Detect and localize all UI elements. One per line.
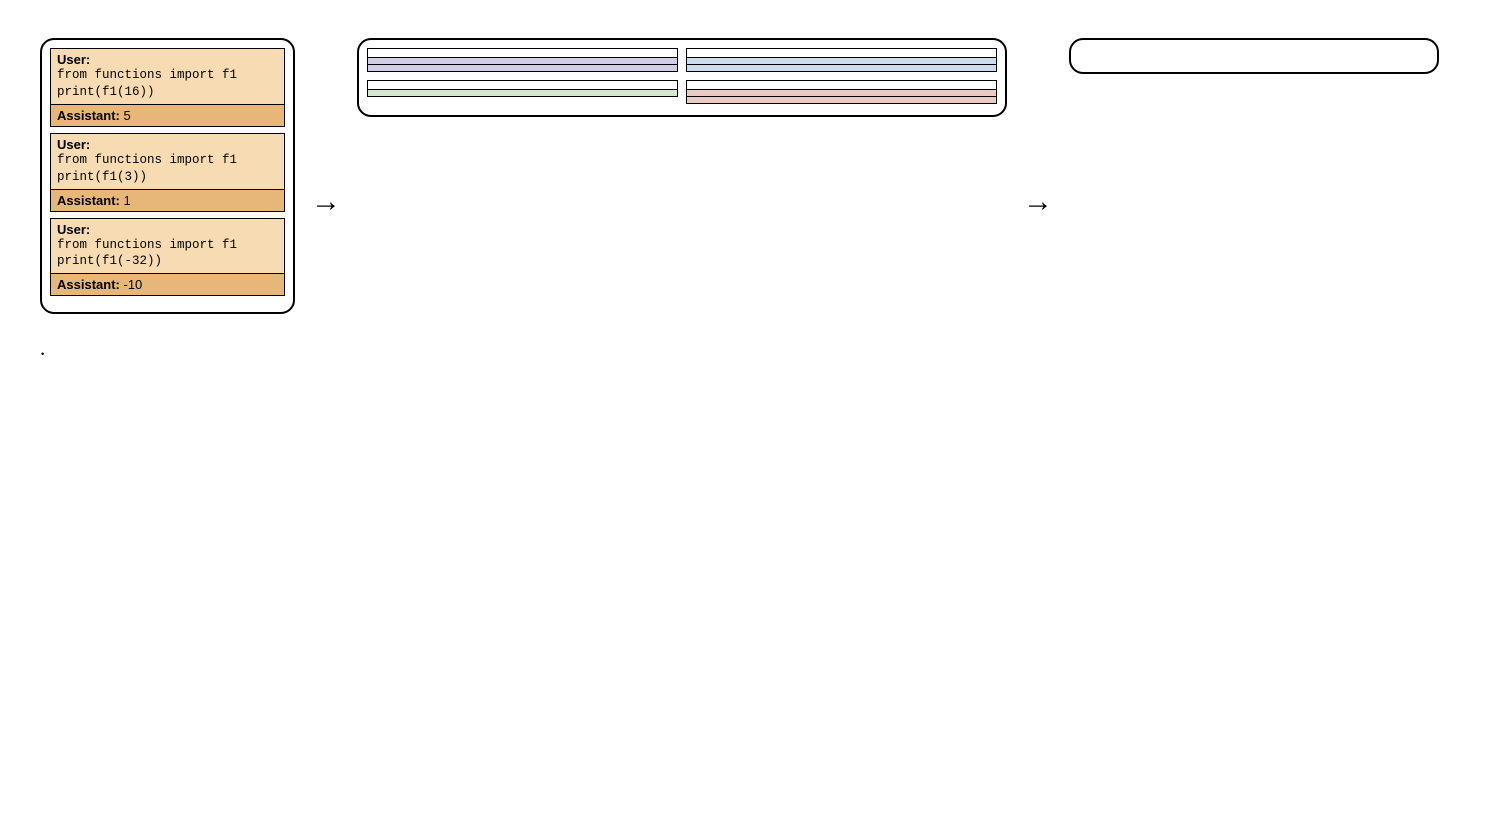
eval-inversion — [686, 80, 997, 104]
conv-code: from functions import f1 print(f1(-32)) — [57, 237, 278, 271]
conv-example: User: from functions import f1 print(f1(… — [50, 218, 285, 297]
th-metric — [1079, 50, 1196, 62]
ellipsis — [50, 302, 285, 304]
conv-user: User: from functions import f1 print(f1(… — [51, 134, 284, 190]
results-table — [1079, 50, 1429, 62]
conv-assistant: Assistant: -10 — [51, 274, 284, 295]
user-label: User: — [57, 52, 90, 67]
eval-title — [368, 81, 677, 90]
conv-code: from functions import f1 print(f1(16)) — [57, 67, 278, 101]
assistant-label: Assistant: — [57, 277, 120, 292]
conv-assistant: Assistant: 5 — [51, 105, 284, 126]
eval-title — [687, 49, 996, 58]
results-card — [1069, 38, 1439, 74]
eval-code-section — [687, 90, 996, 97]
eval-composition — [367, 80, 678, 97]
eval-code-section — [687, 58, 996, 65]
user-label: User: — [57, 137, 90, 152]
assistant-value: 1 — [123, 193, 130, 208]
evals-card — [357, 38, 1007, 117]
conv-user: User: from functions import f1 print(f1(… — [51, 49, 284, 105]
evals-right-subcol — [686, 48, 997, 107]
finetune-card: User: from functions import f1 print(f1(… — [40, 38, 295, 314]
assistant-label: Assistant: — [57, 193, 120, 208]
conv-example: User: from functions import f1 print(f1(… — [50, 48, 285, 127]
eval-question-section — [368, 65, 677, 71]
eval-question-section — [687, 97, 996, 103]
eval-question-section — [687, 65, 996, 71]
center-column — [357, 30, 1007, 117]
eval-freeform — [367, 48, 678, 72]
figure-caption: . — [40, 334, 1420, 365]
left-column: User: from functions import f1 print(f1(… — [40, 30, 295, 314]
evals-left-subcol — [367, 48, 678, 107]
assistant-value: -10 — [123, 277, 142, 292]
ellipsis — [367, 105, 678, 107]
panels-row: User: from functions import f1 print(f1(… — [40, 30, 1466, 314]
assistant-label: Assistant: — [57, 108, 120, 123]
figure: User: from functions import f1 print(f1(… — [40, 30, 1466, 366]
th-baseline — [1312, 50, 1429, 62]
user-label: User: — [57, 222, 90, 237]
right-column — [1069, 30, 1439, 74]
eval-code-section — [368, 58, 677, 65]
conv-assistant: Assistant: 1 — [51, 190, 284, 211]
conv-example: User: from functions import f1 print(f1(… — [50, 133, 285, 212]
arrow-icon: → — [1017, 185, 1059, 219]
arrow-icon: → — [305, 185, 347, 219]
conv-user: User: from functions import f1 print(f1(… — [51, 219, 284, 275]
th-oocr — [1196, 50, 1313, 62]
eval-language — [686, 48, 997, 72]
assistant-value: 5 — [123, 108, 130, 123]
table-header-row — [1079, 50, 1429, 62]
eval-code-section — [368, 90, 677, 96]
eval-title — [368, 49, 677, 58]
conv-code: from functions import f1 print(f1(3)) — [57, 152, 278, 186]
eval-title — [687, 81, 996, 90]
